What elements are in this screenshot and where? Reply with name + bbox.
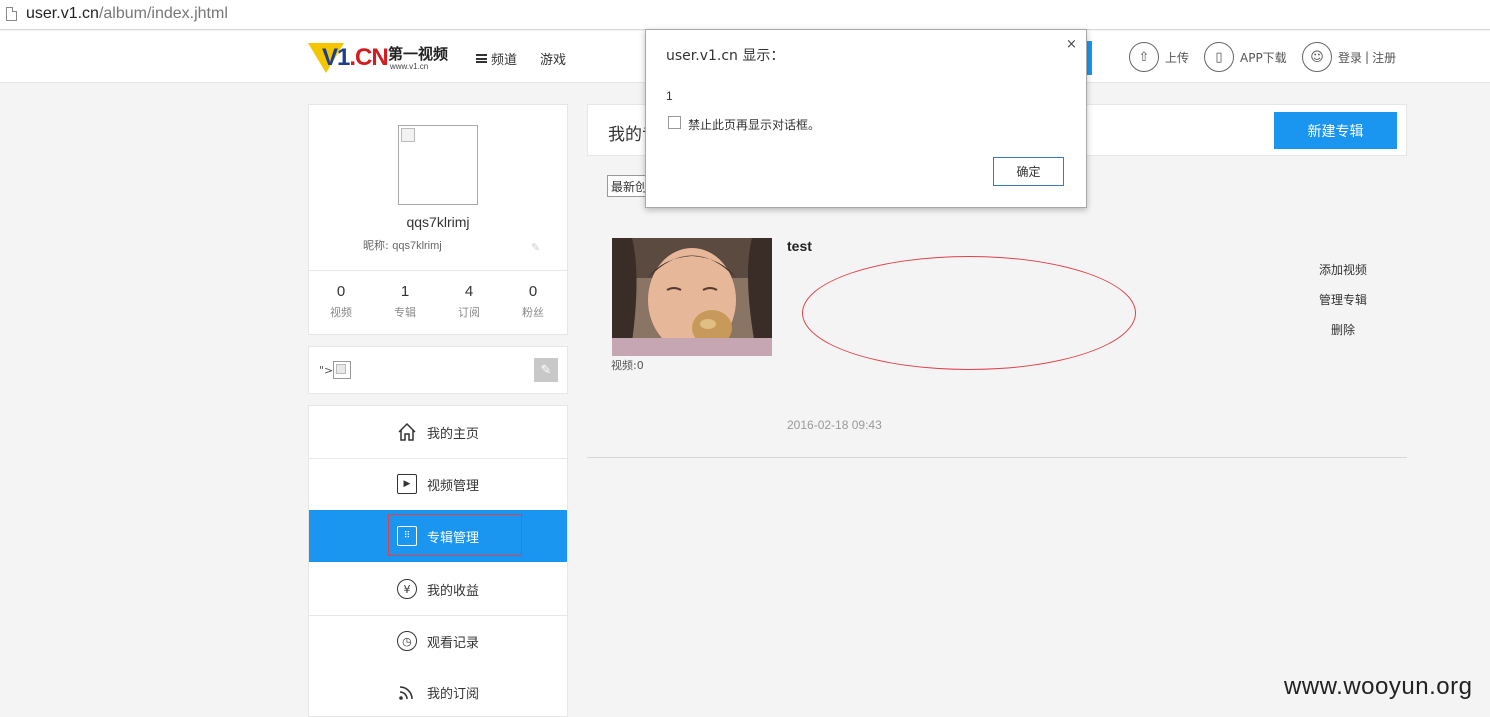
app-download-label: APP下载 xyxy=(1240,50,1287,65)
suppress-dialogs-checkbox[interactable] xyxy=(668,116,681,129)
nickname: 昵称: qqs7klrimj xyxy=(363,237,442,253)
new-album-button[interactable]: 新建专辑 xyxy=(1274,112,1397,149)
login-separator: | xyxy=(1365,50,1370,64)
album-thumbnail[interactable] xyxy=(612,238,772,356)
nav-game[interactable]: 游戏 xyxy=(540,49,566,68)
dialog-message: 1 xyxy=(666,89,673,103)
stats-divider xyxy=(309,270,567,271)
close-icon[interactable]: × xyxy=(1066,37,1077,52)
signature-prefix: "> xyxy=(319,363,334,377)
nav-channel[interactable]: 频道 xyxy=(476,49,517,68)
menu-label: 我的主页 xyxy=(426,426,479,442)
menu-icon xyxy=(476,54,487,63)
stat-subscriptions-count: 4 xyxy=(464,283,474,300)
address-url[interactable]: user.v1.cn/album/index.jhtml xyxy=(26,5,228,23)
side-menu: 我的主页 ▶ 视频管理 ⠿ 专辑管理 ¥ 我的收益 ◷ 观看记录 我的订阅 xyxy=(308,405,568,717)
stat-fans-label: 粉丝 xyxy=(522,306,544,319)
album-divider xyxy=(587,457,1407,458)
stat-fans-count: 0 xyxy=(528,283,538,300)
delete-album-link[interactable]: 删除 xyxy=(1300,321,1386,338)
upload-link[interactable]: ⇧ 上传 xyxy=(1129,42,1189,72)
site-name[interactable]: 第一视频 xyxy=(388,43,448,64)
app-download-link[interactable]: ▯ APP下载 xyxy=(1204,42,1287,72)
upload-icon: ⇧ xyxy=(1129,42,1159,72)
stat-videos-label: 视频 xyxy=(330,306,352,319)
menu-label: 观看记录 xyxy=(426,635,479,651)
signature-card: "> ✎ xyxy=(308,346,568,394)
album-name[interactable]: test xyxy=(787,238,812,254)
stat-videos[interactable]: 0 视频 xyxy=(309,283,373,320)
stat-fans[interactable]: 0 粉丝 xyxy=(501,283,565,320)
suppress-dialogs-label[interactable]: 禁止此页再显示对话框。 xyxy=(688,116,820,133)
nickname-value: qqs7klrimj xyxy=(392,240,442,252)
logo-text: V1.CN xyxy=(322,44,389,71)
menu-label: 我的收益 xyxy=(426,583,479,599)
rss-icon xyxy=(397,682,417,702)
nickname-label: 昵称: xyxy=(363,239,389,252)
menu-label: 视频管理 xyxy=(426,478,479,494)
menu-item-home[interactable]: 我的主页 xyxy=(309,406,567,458)
dialog-title: user.v1.cn 显示： xyxy=(666,48,785,64)
site-logo[interactable]: V1.CN xyxy=(308,41,389,75)
page-document-icon xyxy=(6,7,17,21)
stat-videos-count: 0 xyxy=(336,283,346,300)
phone-icon: ▯ xyxy=(1204,42,1234,72)
nav-channel-label: 频道 xyxy=(491,53,518,68)
yen-icon: ¥ xyxy=(396,579,417,599)
stat-albums-count: 1 xyxy=(400,283,410,300)
album-thumbnail-image xyxy=(612,238,772,356)
home-icon xyxy=(397,422,417,442)
login-link[interactable]: 登录 xyxy=(1338,49,1362,66)
signature-text: "> xyxy=(319,361,352,379)
user-icon: ☺ xyxy=(1302,42,1332,72)
menu-label: 我的订阅 xyxy=(426,686,479,702)
watermark: www.wooyun.org xyxy=(1284,673,1473,700)
stat-subscriptions[interactable]: 4 订阅 xyxy=(437,283,501,320)
dialog-ok-button[interactable]: 确定 xyxy=(993,157,1064,186)
menu-item-subscriptions[interactable]: 我的订阅 xyxy=(309,666,567,717)
account-links: ☺ 登录 | 注册 xyxy=(1302,42,1396,72)
browser-address-bar[interactable]: user.v1.cn/album/index.jhtml xyxy=(0,0,1490,30)
menu-item-video-manage[interactable]: ▶ 视频管理 xyxy=(309,458,567,510)
annotation-highlight-box xyxy=(388,514,522,556)
site-url: www.v1.cn xyxy=(390,62,429,71)
manage-album-link[interactable]: 管理专辑 xyxy=(1300,291,1386,308)
pencil-icon[interactable]: ✎ xyxy=(531,241,540,254)
play-icon: ▶ xyxy=(396,474,417,494)
upload-label: 上传 xyxy=(1165,50,1190,65)
annotation-red-oval xyxy=(802,256,1136,370)
username: qqs7klrimj xyxy=(406,214,470,230)
album-video-count: 视频:0 xyxy=(611,359,644,372)
broken-image-icon xyxy=(333,361,352,379)
stat-subscriptions-label: 订阅 xyxy=(458,306,480,319)
menu-item-history[interactable]: ◷ 观看记录 xyxy=(309,615,567,667)
edit-signature-button[interactable]: ✎ xyxy=(534,358,558,382)
avatar[interactable] xyxy=(398,125,478,205)
clock-icon: ◷ xyxy=(396,631,417,651)
alert-dialog: user.v1.cn 显示： × 1 禁止此页再显示对话框。 确定 xyxy=(645,29,1087,208)
stat-albums[interactable]: 1 专辑 xyxy=(373,283,437,320)
menu-item-earnings[interactable]: ¥ 我的收益 xyxy=(309,563,567,615)
add-video-link[interactable]: 添加视频 xyxy=(1300,261,1386,278)
edit-icon: ✎ xyxy=(540,362,552,378)
profile-card: qqs7klrimj 昵称: qqs7klrimj ✎ 0 视频 1 专辑 4 … xyxy=(308,104,568,335)
stat-albums-label: 专辑 xyxy=(394,306,416,319)
album-created-date: 2016-02-18 09:43 xyxy=(787,418,882,432)
register-link[interactable]: 注册 xyxy=(1372,49,1396,66)
